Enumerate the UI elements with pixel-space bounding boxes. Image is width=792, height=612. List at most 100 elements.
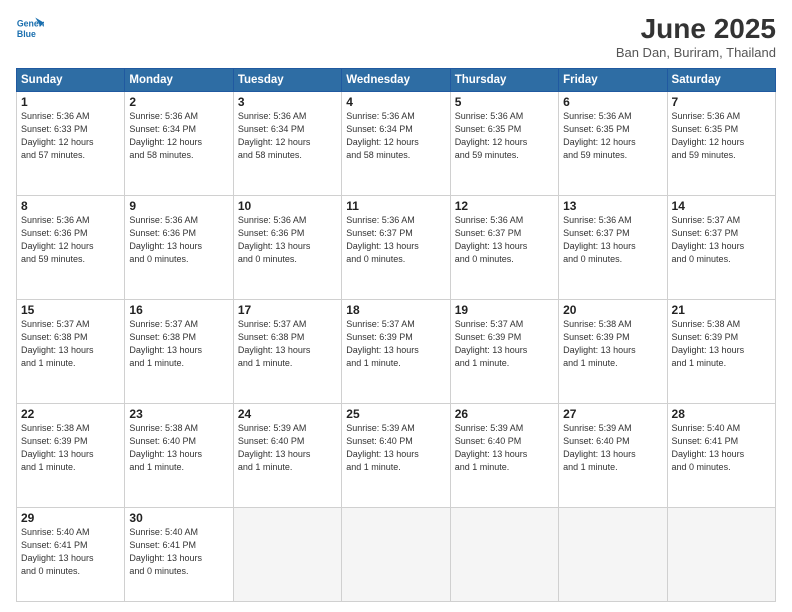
day-cell: 9Sunrise: 5:36 AM Sunset: 6:36 PM Daylig…	[125, 195, 233, 299]
day-cell: 16Sunrise: 5:37 AM Sunset: 6:38 PM Dayli…	[125, 299, 233, 403]
header-row: Sunday Monday Tuesday Wednesday Thursday…	[17, 68, 776, 91]
day-info: Sunrise: 5:38 AM Sunset: 6:39 PM Dayligh…	[21, 422, 120, 474]
day-info: Sunrise: 5:36 AM Sunset: 6:36 PM Dayligh…	[238, 214, 337, 266]
day-cell: 23Sunrise: 5:38 AM Sunset: 6:40 PM Dayli…	[125, 403, 233, 507]
calendar-table: Sunday Monday Tuesday Wednesday Thursday…	[16, 68, 776, 602]
day-number: 27	[563, 407, 662, 421]
header: General Blue June 2025 Ban Dan, Buriram,…	[16, 14, 776, 60]
day-cell: 27Sunrise: 5:39 AM Sunset: 6:40 PM Dayli…	[559, 403, 667, 507]
logo: General Blue	[16, 14, 44, 42]
day-info: Sunrise: 5:36 AM Sunset: 6:35 PM Dayligh…	[672, 110, 771, 162]
day-info: Sunrise: 5:36 AM Sunset: 6:37 PM Dayligh…	[346, 214, 445, 266]
day-cell: 15Sunrise: 5:37 AM Sunset: 6:38 PM Dayli…	[17, 299, 125, 403]
day-cell: 3Sunrise: 5:36 AM Sunset: 6:34 PM Daylig…	[233, 91, 341, 195]
day-number: 5	[455, 95, 554, 109]
day-info: Sunrise: 5:37 AM Sunset: 6:39 PM Dayligh…	[346, 318, 445, 370]
day-number: 28	[672, 407, 771, 421]
day-cell: 17Sunrise: 5:37 AM Sunset: 6:38 PM Dayli…	[233, 299, 341, 403]
col-tuesday: Tuesday	[233, 68, 341, 91]
day-info: Sunrise: 5:37 AM Sunset: 6:39 PM Dayligh…	[455, 318, 554, 370]
svg-text:Blue: Blue	[17, 29, 36, 39]
day-info: Sunrise: 5:39 AM Sunset: 6:40 PM Dayligh…	[238, 422, 337, 474]
day-info: Sunrise: 5:36 AM Sunset: 6:33 PM Dayligh…	[21, 110, 120, 162]
day-cell: 22Sunrise: 5:38 AM Sunset: 6:39 PM Dayli…	[17, 403, 125, 507]
day-cell: 2Sunrise: 5:36 AM Sunset: 6:34 PM Daylig…	[125, 91, 233, 195]
day-number: 11	[346, 199, 445, 213]
day-number: 12	[455, 199, 554, 213]
day-cell: 11Sunrise: 5:36 AM Sunset: 6:37 PM Dayli…	[342, 195, 450, 299]
day-cell: 18Sunrise: 5:37 AM Sunset: 6:39 PM Dayli…	[342, 299, 450, 403]
day-info: Sunrise: 5:36 AM Sunset: 6:37 PM Dayligh…	[455, 214, 554, 266]
day-cell: 26Sunrise: 5:39 AM Sunset: 6:40 PM Dayli…	[450, 403, 558, 507]
day-cell: 13Sunrise: 5:36 AM Sunset: 6:37 PM Dayli…	[559, 195, 667, 299]
month-title: June 2025	[616, 14, 776, 45]
week-row-3: 15Sunrise: 5:37 AM Sunset: 6:38 PM Dayli…	[17, 299, 776, 403]
day-number: 2	[129, 95, 228, 109]
day-info: Sunrise: 5:40 AM Sunset: 6:41 PM Dayligh…	[672, 422, 771, 474]
day-cell: 19Sunrise: 5:37 AM Sunset: 6:39 PM Dayli…	[450, 299, 558, 403]
day-info: Sunrise: 5:37 AM Sunset: 6:38 PM Dayligh…	[129, 318, 228, 370]
logo-icon: General Blue	[16, 14, 44, 42]
day-number: 21	[672, 303, 771, 317]
day-number: 20	[563, 303, 662, 317]
col-sunday: Sunday	[17, 68, 125, 91]
day-number: 6	[563, 95, 662, 109]
day-cell: 28Sunrise: 5:40 AM Sunset: 6:41 PM Dayli…	[667, 403, 775, 507]
day-info: Sunrise: 5:36 AM Sunset: 6:35 PM Dayligh…	[563, 110, 662, 162]
day-cell: 1Sunrise: 5:36 AM Sunset: 6:33 PM Daylig…	[17, 91, 125, 195]
day-number: 22	[21, 407, 120, 421]
day-cell: 21Sunrise: 5:38 AM Sunset: 6:39 PM Dayli…	[667, 299, 775, 403]
page: General Blue June 2025 Ban Dan, Buriram,…	[0, 0, 792, 612]
day-number: 10	[238, 199, 337, 213]
day-cell	[450, 507, 558, 601]
day-info: Sunrise: 5:38 AM Sunset: 6:40 PM Dayligh…	[129, 422, 228, 474]
location: Ban Dan, Buriram, Thailand	[616, 45, 776, 60]
day-cell: 24Sunrise: 5:39 AM Sunset: 6:40 PM Dayli…	[233, 403, 341, 507]
day-cell: 29Sunrise: 5:40 AM Sunset: 6:41 PM Dayli…	[17, 507, 125, 601]
day-number: 3	[238, 95, 337, 109]
day-cell	[233, 507, 341, 601]
day-number: 7	[672, 95, 771, 109]
day-info: Sunrise: 5:39 AM Sunset: 6:40 PM Dayligh…	[563, 422, 662, 474]
day-number: 24	[238, 407, 337, 421]
col-wednesday: Wednesday	[342, 68, 450, 91]
day-info: Sunrise: 5:38 AM Sunset: 6:39 PM Dayligh…	[563, 318, 662, 370]
day-number: 18	[346, 303, 445, 317]
col-friday: Friday	[559, 68, 667, 91]
day-number: 26	[455, 407, 554, 421]
day-number: 23	[129, 407, 228, 421]
col-thursday: Thursday	[450, 68, 558, 91]
day-number: 29	[21, 511, 120, 525]
day-info: Sunrise: 5:36 AM Sunset: 6:35 PM Dayligh…	[455, 110, 554, 162]
day-info: Sunrise: 5:37 AM Sunset: 6:38 PM Dayligh…	[238, 318, 337, 370]
day-info: Sunrise: 5:36 AM Sunset: 6:37 PM Dayligh…	[563, 214, 662, 266]
day-info: Sunrise: 5:39 AM Sunset: 6:40 PM Dayligh…	[346, 422, 445, 474]
day-info: Sunrise: 5:36 AM Sunset: 6:34 PM Dayligh…	[129, 110, 228, 162]
day-cell: 25Sunrise: 5:39 AM Sunset: 6:40 PM Dayli…	[342, 403, 450, 507]
day-cell: 5Sunrise: 5:36 AM Sunset: 6:35 PM Daylig…	[450, 91, 558, 195]
col-monday: Monday	[125, 68, 233, 91]
day-info: Sunrise: 5:38 AM Sunset: 6:39 PM Dayligh…	[672, 318, 771, 370]
day-cell	[342, 507, 450, 601]
col-saturday: Saturday	[667, 68, 775, 91]
day-cell: 8Sunrise: 5:36 AM Sunset: 6:36 PM Daylig…	[17, 195, 125, 299]
day-info: Sunrise: 5:37 AM Sunset: 6:37 PM Dayligh…	[672, 214, 771, 266]
day-info: Sunrise: 5:36 AM Sunset: 6:36 PM Dayligh…	[129, 214, 228, 266]
week-row-2: 8 Sunrise: 5:36 AM Sunset: 6:36 PM Daylig…	[17, 195, 776, 299]
day-cell: 12Sunrise: 5:36 AM Sunset: 6:37 PM Dayli…	[450, 195, 558, 299]
day-number: 30	[129, 511, 228, 525]
day-number: 14	[672, 199, 771, 213]
day-number: 16	[129, 303, 228, 317]
day-info: Sunrise: 5:40 AM Sunset: 6:41 PM Dayligh…	[129, 526, 228, 578]
day-number: 13	[563, 199, 662, 213]
day-cell: 14Sunrise: 5:37 AM Sunset: 6:37 PM Dayli…	[667, 195, 775, 299]
day-info: Sunrise: 5:36 AM Sunset: 6:34 PM Dayligh…	[238, 110, 337, 162]
title-block: June 2025 Ban Dan, Buriram, Thailand	[616, 14, 776, 60]
day-cell: 10Sunrise: 5:36 AM Sunset: 6:36 PM Dayli…	[233, 195, 341, 299]
day-number: 8	[21, 199, 120, 213]
day-cell	[559, 507, 667, 601]
day-number: 17	[238, 303, 337, 317]
day-cell: 6Sunrise: 5:36 AM Sunset: 6:35 PM Daylig…	[559, 91, 667, 195]
day-cell: 30Sunrise: 5:40 AM Sunset: 6:41 PM Dayli…	[125, 507, 233, 601]
day-cell: 7Sunrise: 5:36 AM Sunset: 6:35 PM Daylig…	[667, 91, 775, 195]
